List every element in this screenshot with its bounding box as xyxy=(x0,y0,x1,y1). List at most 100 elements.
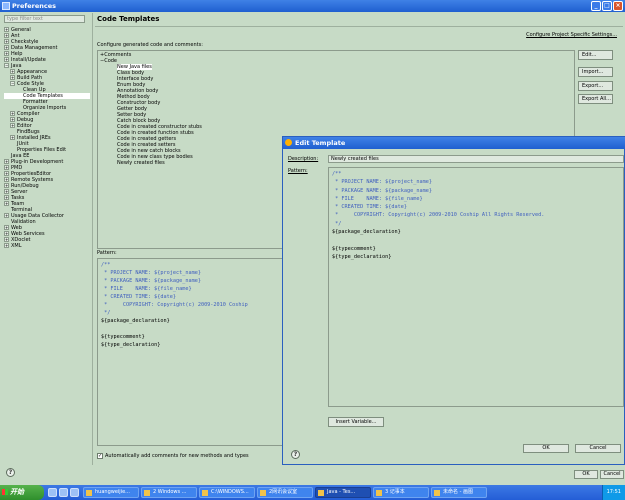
code-line: * COPYRIGHT: Copyright(c) 2009-2010 Cosh… xyxy=(332,212,545,219)
code-line: * CREATED TIME: ${date} xyxy=(332,204,407,211)
minimize-button[interactable]: _ xyxy=(591,1,601,11)
expand-icon[interactable]: + xyxy=(4,45,9,50)
taskbar-button[interactable]: 2 Windows ... xyxy=(141,487,197,498)
close-button[interactable]: × xyxy=(613,1,623,11)
nav-item-label: XML xyxy=(11,243,22,249)
divider xyxy=(95,26,623,27)
browser-icon[interactable] xyxy=(59,488,68,497)
expand-icon[interactable]: + xyxy=(4,225,9,230)
code-line: ${package_declaration} xyxy=(332,229,401,236)
expand-icon[interactable]: + xyxy=(4,201,9,206)
description-label: Description: xyxy=(288,156,319,162)
taskbar-button[interactable]: 2网讯会议室 xyxy=(257,487,313,498)
code-line: ${type_declaration} xyxy=(332,253,392,260)
template-item-label: Newly created files xyxy=(117,160,165,166)
expand-icon[interactable]: + xyxy=(4,189,9,194)
dialog-cancel-button[interactable]: Cancel xyxy=(575,444,621,453)
taskbar-button-label: huangweijie... xyxy=(95,489,130,495)
config-label: Configure generated code and comments: xyxy=(97,42,203,48)
start-label: 开始 xyxy=(10,488,24,496)
nav-item[interactable]: + XML xyxy=(4,243,90,249)
filter-input[interactable]: type filter text xyxy=(4,15,85,23)
desktop-icon[interactable] xyxy=(48,488,57,497)
taskbar-button[interactable]: 3 记事本 xyxy=(373,487,429,498)
expand-icon[interactable]: + xyxy=(4,243,9,248)
expand-icon[interactable]: + xyxy=(10,117,15,122)
window-title: Preferences xyxy=(12,2,56,10)
taskbar: 开始 huangweijie... 2 Windows ... C:\WINDOWS… xyxy=(0,485,625,500)
code-line: * PACKAGE NAME: ${package_name} xyxy=(332,187,432,194)
expand-icon[interactable]: + xyxy=(10,123,15,128)
expand-icon[interactable]: + xyxy=(4,51,9,56)
auto-comments-option[interactable]: ✓ Automatically add comments for new met… xyxy=(97,453,249,459)
export-all-button[interactable]: Export All... xyxy=(578,94,613,104)
cancel-button[interactable]: Cancel xyxy=(600,470,624,479)
description-field[interactable]: Newly created files xyxy=(328,155,624,163)
code-line: * COPYRIGHT: Copyright(c) 2009-2010 Cosh… xyxy=(101,302,248,308)
expand-icon[interactable]: + xyxy=(10,135,15,140)
app-icon xyxy=(434,490,440,496)
expand-icon[interactable]: + xyxy=(4,57,9,62)
pattern-editor[interactable]: /** * PROJECT NAME: ${project_name} * PA… xyxy=(328,167,624,407)
taskbar-button-label: Java - Tes... xyxy=(327,489,356,495)
dialog-title: Edit Template xyxy=(295,139,346,147)
taskbar-button[interactable]: 未命名 - 画图 xyxy=(431,487,487,498)
expand-icon[interactable]: + xyxy=(4,165,9,170)
code-line: ${type_declaration} xyxy=(101,342,161,348)
edit-template-dialog: Edit Template Description: Newly created… xyxy=(282,136,625,465)
code-line: * PROJECT NAME: ${project_name} xyxy=(332,179,432,186)
edit-button[interactable]: Edit... xyxy=(578,50,613,60)
media-icon[interactable] xyxy=(70,488,79,497)
dialog-ok-button[interactable]: OK xyxy=(523,444,569,453)
taskbar-button[interactable]: huangweijie... xyxy=(83,487,139,498)
project-specific-settings-link[interactable]: Configure Project Specific Settings... xyxy=(526,32,617,38)
expand-icon[interactable]: + xyxy=(4,231,9,236)
taskbar-button-label: 2网讯会议室 xyxy=(269,489,298,495)
clock: 17:51 xyxy=(606,489,621,495)
expand-icon[interactable]: + xyxy=(4,195,9,200)
taskbar-button[interactable]: C:\WINDOWS... xyxy=(199,487,255,498)
taskbar-button-label: C:\WINDOWS... xyxy=(211,489,249,495)
auto-comments-label: Automatically add comments for new metho… xyxy=(105,453,249,459)
expand-icon[interactable]: + xyxy=(4,33,9,38)
app-icon xyxy=(260,490,266,496)
system-tray: 17:51 xyxy=(601,485,625,500)
app-icon xyxy=(2,2,10,10)
ok-button[interactable]: OK xyxy=(574,470,598,479)
expand-icon[interactable]: + xyxy=(4,177,9,182)
quick-launch xyxy=(48,488,79,497)
expand-icon[interactable]: + xyxy=(10,111,15,116)
taskbar-button[interactable]: Java - Tes... xyxy=(315,487,371,498)
taskbar-button-label: 未命名 - 画图 xyxy=(443,489,473,495)
collapse-icon[interactable]: − xyxy=(4,63,9,68)
expand-icon[interactable]: + xyxy=(4,183,9,188)
expand-icon[interactable]: + xyxy=(10,75,15,80)
code-line: * FILE NAME: ${file_name} xyxy=(332,195,423,202)
import-button[interactable]: Import... xyxy=(578,67,613,77)
expand-icon[interactable]: + xyxy=(4,171,9,176)
dialog-pattern-label: Pattern: xyxy=(288,168,308,174)
window-titlebar: Preferences _ □ × xyxy=(0,0,625,12)
help-icon[interactable]: ? xyxy=(6,468,15,477)
template-item[interactable]: Newly created files xyxy=(100,160,202,166)
dialog-titlebar: Edit Template xyxy=(283,137,625,149)
dialog-help-icon[interactable]: ? xyxy=(291,450,300,459)
maximize-button[interactable]: □ xyxy=(602,1,612,11)
code-line: * PROJECT NAME: ${project_name} xyxy=(101,270,201,276)
expand-icon[interactable]: + xyxy=(4,159,9,164)
app-icon xyxy=(144,490,150,496)
app-icon xyxy=(376,490,382,496)
export-button[interactable]: Export... xyxy=(578,81,613,91)
insert-variable-button[interactable]: Insert Variable... xyxy=(328,417,384,427)
expand-icon[interactable]: + xyxy=(4,39,9,44)
expand-icon[interactable]: + xyxy=(4,213,9,218)
collapse-icon[interactable]: − xyxy=(10,81,15,86)
start-button[interactable]: 开始 xyxy=(0,485,44,500)
expand-icon[interactable]: + xyxy=(10,69,15,74)
code-line: */ xyxy=(332,220,342,227)
expand-icon[interactable]: + xyxy=(4,27,9,32)
code-line: ${typecomment} xyxy=(101,334,145,340)
expand-icon[interactable]: + xyxy=(4,237,9,242)
code-line: /** xyxy=(332,171,342,177)
auto-comments-checkbox[interactable]: ✓ xyxy=(97,453,103,459)
